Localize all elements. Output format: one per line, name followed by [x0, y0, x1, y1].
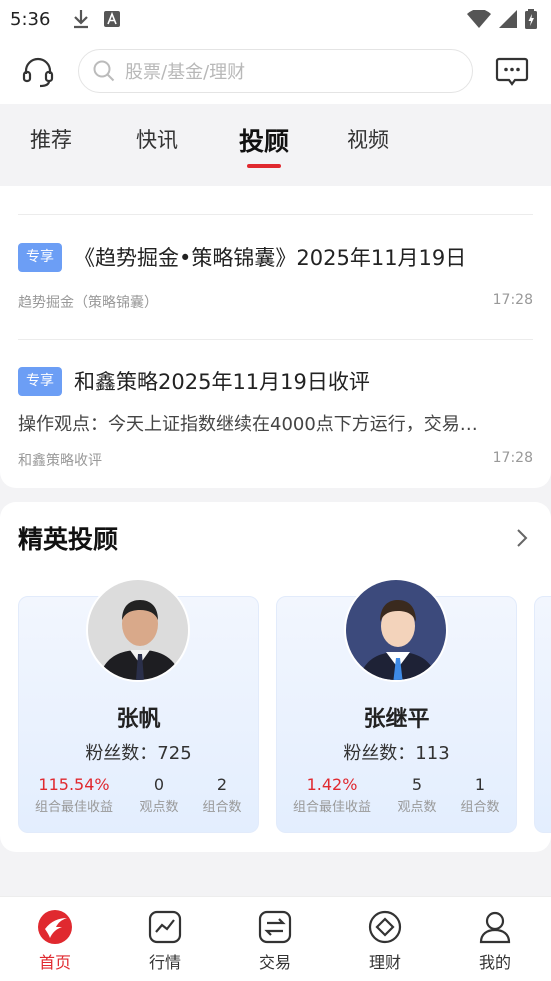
nav-label: 行情 [148, 953, 181, 972]
portfolios-count: 1 [474, 775, 486, 794]
home-icon [38, 910, 72, 944]
advisor-fans: 粉丝数：113 [343, 743, 450, 764]
avatar[interactable] [86, 578, 190, 682]
portfolios-label: 组合数 [202, 800, 242, 815]
news-source: 和鑫策略收评 [18, 453, 102, 469]
search-input[interactable]: 股票/基金/理财 [78, 49, 473, 93]
elite-advisors-section: 精英投顾 张帆 粉丝数：725 115.54% 组合最佳收益 0 观点数 2 组… [0, 502, 551, 852]
views-label: 观点数 [397, 800, 437, 815]
font-a-icon [104, 11, 121, 27]
views-label: 观点数 [139, 800, 179, 815]
advisor-card[interactable] [534, 596, 551, 833]
message-icon [495, 57, 529, 86]
signal-icon [499, 10, 517, 28]
news-list: 专享 《趋势掘金•策略锦囊》2025年11月19日 趋势掘金（策略锦囊） 17:… [0, 186, 551, 488]
news-source: 趋势掘金（策略锦囊） [18, 295, 158, 311]
nav-wealth[interactable]: 理财 [345, 909, 425, 973]
top-header: 股票/基金/理财 [0, 38, 551, 104]
advisor-fans: 粉丝数：725 [85, 743, 192, 764]
advisor-name: 张继平 [363, 707, 430, 732]
divider [18, 214, 533, 215]
divider [18, 339, 533, 340]
section-title: 精英投顾 [18, 525, 119, 554]
advisor-name: 张帆 [116, 707, 161, 732]
list-item[interactable]: 专享 和鑫策略2025年11月19日收评 操作观点：今天上证指数继续在4000点… [18, 366, 533, 470]
status-time: 5:36 [10, 8, 51, 30]
views-count: 5 [411, 775, 423, 794]
nav-label: 交易 [258, 953, 291, 972]
download-icon [74, 10, 89, 29]
news-summary: 操作观点：今天上证指数继续在4000点下方运行，交易… [18, 414, 478, 435]
list-item[interactable]: 专享 《趋势掘金•策略锦囊》2025年11月19日 趋势掘金（策略锦囊） 17:… [18, 242, 533, 312]
default-avatar-icon [346, 580, 446, 680]
best-return-value: 1.42% [306, 775, 358, 794]
search-icon [93, 60, 115, 82]
news-time: 17:28 [492, 292, 533, 308]
battery-icon [525, 9, 537, 29]
nav-label: 我的 [478, 953, 511, 972]
nav-home[interactable]: 首页 [15, 909, 95, 973]
active-tab-indicator [247, 164, 281, 168]
market-chart-icon [148, 910, 182, 944]
search-placeholder: 股票/基金/理财 [125, 62, 246, 83]
best-return-label: 组合最佳收益 [34, 800, 113, 815]
views-count: 0 [153, 775, 165, 794]
tab-video[interactable]: 视频 [347, 124, 389, 154]
nav-market[interactable]: 行情 [125, 909, 205, 973]
status-bar: 5:36 [0, 0, 551, 38]
trade-exchange-icon [258, 910, 292, 944]
content-tabs: 推荐 快讯 投顾 视频 [0, 104, 551, 186]
headset-icon [22, 57, 54, 88]
bottom-nav: 首页 行情 交易 理财 我的 [0, 896, 551, 981]
wealth-icon [368, 910, 402, 944]
tab-flash-news[interactable]: 快讯 [136, 124, 178, 154]
avatar[interactable] [344, 578, 448, 682]
message-button[interactable] [492, 52, 532, 92]
profile-icon [479, 911, 511, 944]
nav-trade[interactable]: 交易 [235, 909, 315, 973]
portfolios-count: 2 [216, 775, 228, 794]
news-title: 和鑫策略2025年11月19日收评 [74, 370, 370, 394]
nav-profile[interactable]: 我的 [455, 909, 535, 973]
wifi-icon [467, 10, 491, 28]
exclusive-badge: 专享 [18, 242, 62, 272]
best-return-label: 组合最佳收益 [292, 800, 371, 815]
customer-service-button[interactable] [18, 52, 58, 92]
chevron-right-icon[interactable] [510, 526, 534, 550]
nav-label: 首页 [38, 953, 71, 972]
portfolios-label: 组合数 [460, 800, 500, 815]
nav-label: 理财 [368, 953, 401, 972]
advisor-photo-icon [88, 580, 188, 680]
news-title: 《趋势掘金•策略锦囊》2025年11月19日 [74, 246, 467, 270]
exclusive-badge: 专享 [18, 366, 62, 396]
tab-advisor[interactable]: 投顾 [239, 122, 289, 158]
best-return-value: 115.54% [38, 775, 110, 794]
tab-recommend[interactable]: 推荐 [30, 124, 72, 154]
news-time: 17:28 [492, 450, 533, 466]
